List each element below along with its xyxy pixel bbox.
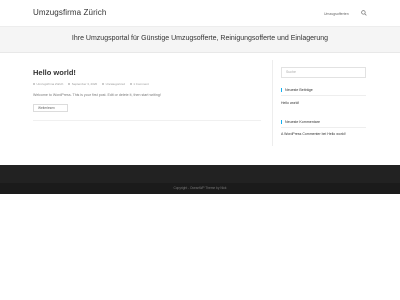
post-title[interactable]: Hello world!	[33, 68, 76, 77]
sidebar-search-input[interactable]: Suche	[281, 67, 366, 78]
meta-comments[interactable]: 1 Comment	[129, 82, 149, 86]
meta-category-label: Uncategorized	[105, 82, 125, 86]
post-excerpt: Welcome to WordPress. This is your first…	[33, 93, 161, 97]
folder-icon	[102, 83, 105, 86]
post-meta: Umzugsfirma Zürich September 3, 2020 Unc…	[33, 82, 153, 86]
meta-comments-label: 1 Comment	[133, 82, 149, 86]
comment-author-link[interactable]: A WordPress Commenter	[281, 132, 321, 136]
recent-comment-item: A WordPress Commenter bei Hello world!	[281, 132, 346, 136]
sidebar-separator	[272, 60, 273, 146]
recent-posts-title: Neueste Beiträge	[281, 88, 313, 92]
page-hero: Ihre Umzugsportal für Günstige Umzugsoff…	[0, 27, 400, 53]
meta-date: September 3, 2020	[68, 82, 97, 86]
site-title[interactable]: Umzugsfirma Zürich	[33, 8, 106, 17]
comment-icon	[129, 83, 132, 86]
copyright-text: Copyright - OceanWP Theme by Nick	[173, 186, 227, 190]
recent-comments-title: Neueste Kommentare	[281, 120, 320, 124]
hero-title: Ihre Umzugsportal für Günstige Umzugsoff…	[71, 35, 329, 42]
clock-icon	[68, 83, 71, 86]
search-icon[interactable]	[361, 10, 367, 16]
meta-category[interactable]: Uncategorized	[102, 82, 125, 86]
footer-bar: Copyright - OceanWP Theme by Nick	[0, 183, 400, 194]
widget-divider	[281, 127, 366, 128]
site-header: Umzugsfirma Zürich Umzugsofferten	[0, 0, 400, 27]
widget-divider	[281, 95, 366, 96]
meta-author[interactable]: Umzugsfirma Zürich	[33, 82, 63, 86]
nav-item-umzugsofferten[interactable]: Umzugsofferten	[324, 12, 349, 16]
read-more-button[interactable]: Weiterlesen	[33, 104, 68, 112]
meta-date-label: September 3, 2020	[71, 82, 98, 86]
footer-widgets	[0, 165, 400, 183]
post-divider	[33, 120, 261, 121]
comment-post-link[interactable]: Hello world!	[327, 132, 345, 136]
meta-author-label: Umzugsfirma Zürich	[36, 82, 64, 86]
comment-connector: bei	[321, 132, 327, 136]
recent-post-link[interactable]: Hello world!	[281, 101, 299, 105]
user-icon	[33, 83, 35, 86]
